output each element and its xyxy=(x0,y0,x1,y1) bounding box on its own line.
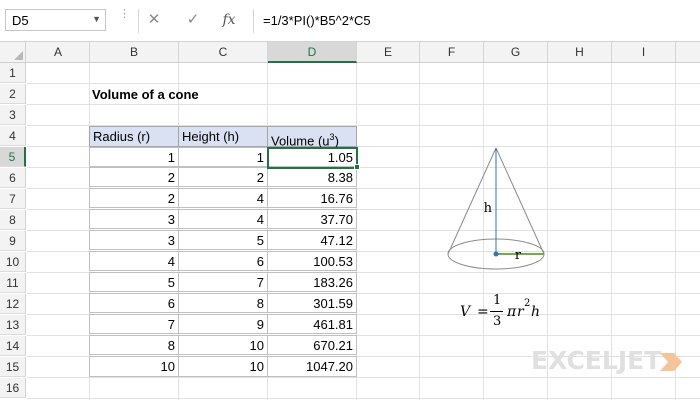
sheet-title[interactable]: Volume of a cone xyxy=(92,84,199,105)
cell-b12[interactable]: 6 xyxy=(89,293,179,313)
cone-diagram: h r xyxy=(447,147,545,270)
formula-h: h xyxy=(531,304,541,320)
cell-c6[interactable]: 2 xyxy=(178,167,268,187)
header-radius[interactable]: Radius (r) xyxy=(89,126,179,147)
row-header-9[interactable]: 9 xyxy=(0,231,26,251)
row-header-16[interactable]: 16 xyxy=(0,378,26,398)
cell-b15[interactable]: 10 xyxy=(89,356,179,377)
exceljet-logo-icon xyxy=(660,353,682,371)
column-header-c[interactable]: C xyxy=(179,42,268,62)
column-header-row: A B C D E F G H I xyxy=(0,42,700,63)
row-header-11[interactable]: 11 xyxy=(0,273,26,293)
row-header-14[interactable]: 14 xyxy=(0,336,26,356)
column-header-a[interactable]: A xyxy=(27,42,90,62)
header-volume[interactable]: Volume (u3) xyxy=(267,126,357,148)
column-header-i[interactable]: I xyxy=(612,42,676,62)
row-header-15[interactable]: 15 xyxy=(0,357,26,377)
formula-input[interactable]: =1/3*PI()*B5^2*C5 xyxy=(253,9,700,33)
row-header-6[interactable]: 6 xyxy=(0,168,26,188)
cell-c13[interactable]: 9 xyxy=(178,314,268,334)
cell-c14[interactable]: 10 xyxy=(178,335,268,355)
select-all-button[interactable] xyxy=(0,42,26,62)
cell-d15[interactable]: 1047.20 xyxy=(267,356,357,377)
cell-d13[interactable]: 461.81 xyxy=(267,314,357,334)
formula-bar-separator xyxy=(138,9,139,33)
header-height[interactable]: Height (h) xyxy=(178,126,268,147)
cell-b8[interactable]: 3 xyxy=(89,209,179,229)
row-header-3[interactable]: 3 xyxy=(0,105,26,125)
column-header-b[interactable]: B xyxy=(90,42,179,62)
row-header-8[interactable]: 8 xyxy=(0,210,26,230)
row-header-4[interactable]: 4 xyxy=(0,126,26,146)
name-box-value: D5 xyxy=(12,13,29,28)
cell-c10[interactable]: 6 xyxy=(178,251,268,271)
radius-label: r xyxy=(515,248,522,263)
cell-d7[interactable]: 16.76 xyxy=(267,188,357,208)
height-label: h xyxy=(484,201,493,216)
column-header-e[interactable]: E xyxy=(357,42,420,62)
formula-v: V xyxy=(460,304,471,320)
column-header-f[interactable]: F xyxy=(420,42,484,62)
cell-d9[interactable]: 47.12 xyxy=(267,230,357,250)
row-header-7[interactable]: 7 xyxy=(0,189,26,209)
cell-d6[interactable]: 8.38 xyxy=(267,167,357,187)
cell-d10[interactable]: 100.53 xyxy=(267,251,357,271)
cell-c8[interactable]: 4 xyxy=(178,209,268,229)
formula-denominator: 3 xyxy=(493,314,502,329)
cell-c12[interactable]: 8 xyxy=(178,293,268,313)
formula-pi: π xyxy=(507,304,517,320)
fraction-bar xyxy=(490,311,503,312)
chevron-down-icon[interactable]: ▼ xyxy=(92,14,101,24)
column-header-d[interactable]: D xyxy=(268,42,357,63)
name-box[interactable]: D5 ▼ xyxy=(5,9,106,31)
cell-b13[interactable]: 7 xyxy=(89,314,179,334)
cell-c7[interactable]: 4 xyxy=(178,188,268,208)
formula-bar: D5 ▼ ⋮ ✕ ✓ fx =1/3*PI()*B5^2*C5 xyxy=(0,0,700,42)
insert-function-icon[interactable]: fx xyxy=(218,10,240,30)
cell-d8[interactable]: 37.70 xyxy=(267,209,357,229)
cell-c9[interactable]: 5 xyxy=(178,230,268,250)
cell-d11[interactable]: 183.26 xyxy=(267,272,357,292)
select-all-triangle-icon xyxy=(14,51,23,60)
active-cell-border xyxy=(267,147,358,169)
row-header-12[interactable]: 12 xyxy=(0,294,26,314)
cell-b10[interactable]: 4 xyxy=(89,251,179,271)
formula-exponent: 2 xyxy=(524,298,531,309)
row-header-13[interactable]: 13 xyxy=(0,315,26,335)
cone-center-point xyxy=(493,251,499,257)
column-header-h[interactable]: H xyxy=(548,42,612,62)
formula-equals: = xyxy=(477,304,489,320)
cell-c5[interactable]: 1 xyxy=(178,147,268,167)
cell-c15[interactable]: 10 xyxy=(178,356,268,377)
fill-handle[interactable] xyxy=(354,164,360,170)
cell-d12[interactable]: 301.59 xyxy=(267,293,357,313)
column-header-g[interactable]: G xyxy=(484,42,548,62)
row-header-5[interactable]: 5 xyxy=(0,147,26,167)
row-header-10[interactable]: 10 xyxy=(0,252,26,272)
formula-text: =1/3*PI()*B5^2*C5 xyxy=(263,13,371,28)
cell-b11[interactable]: 5 xyxy=(89,272,179,292)
drag-handle-icon[interactable]: ⋮ xyxy=(119,9,130,20)
formula-numerator: 1 xyxy=(493,293,502,308)
cell-b7[interactable]: 2 xyxy=(89,188,179,208)
cell-b14[interactable]: 8 xyxy=(89,335,179,355)
cell-b9[interactable]: 3 xyxy=(89,230,179,250)
cell-b5[interactable]: 1 xyxy=(89,147,179,167)
enter-icon[interactable]: ✓ xyxy=(182,10,204,30)
row-header-1[interactable]: 1 xyxy=(0,63,26,83)
row-header-2[interactable]: 2 xyxy=(0,84,26,104)
cell-c11[interactable]: 7 xyxy=(178,272,268,292)
cone-right-edge xyxy=(495,147,545,255)
cell-b6[interactable]: 2 xyxy=(89,167,179,187)
cancel-icon[interactable]: ✕ xyxy=(143,10,165,30)
formula-r: r xyxy=(517,304,524,320)
cell-d14[interactable]: 670.21 xyxy=(267,335,357,355)
exceljet-logo-text: EXCELJET xyxy=(531,346,662,375)
